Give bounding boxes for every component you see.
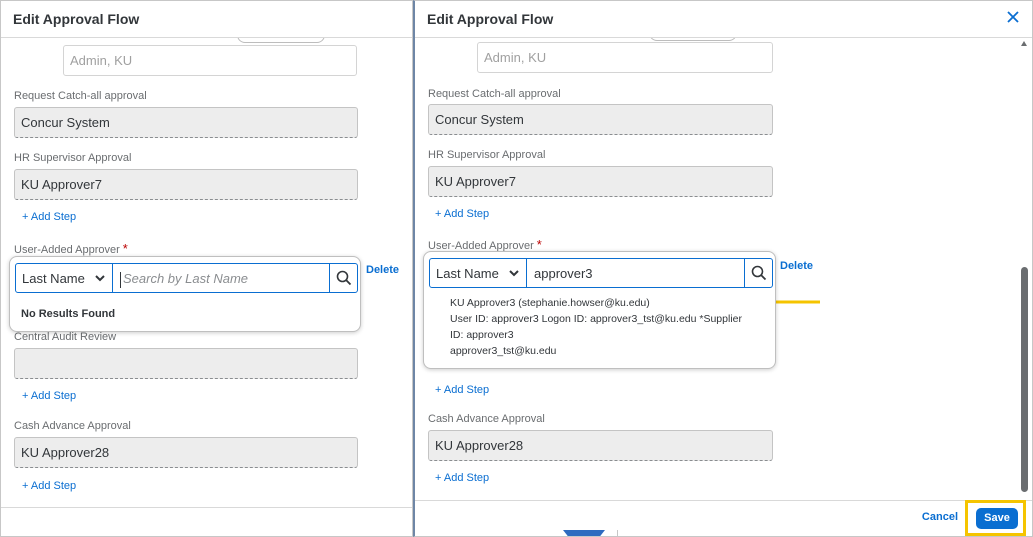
add-step-link[interactable]: + Add Step [435, 384, 489, 396]
search-placeholder: Search by Last Name [123, 271, 249, 286]
search-button[interactable] [744, 259, 772, 287]
approver-search-popover: Last Name approver3 KU Approver3 (stepha… [423, 251, 776, 369]
dialog-header: Edit Approval Flow [1, 1, 412, 38]
step-label: Cash Advance Approval [14, 420, 131, 432]
scroll-up-icon[interactable] [1021, 41, 1027, 46]
search-icon [336, 270, 352, 286]
result-email: approver3_tst@ku.edu [450, 345, 557, 357]
cash-advance-approver-field: KU Approver28 [428, 430, 773, 461]
dialog-title: Edit Approval Flow [427, 11, 554, 27]
close-icon[interactable] [1004, 9, 1022, 27]
no-results-message: No Results Found [21, 308, 116, 320]
step-label: Request Catch-all approval [14, 90, 147, 102]
search-by-select[interactable]: Last Name [430, 259, 527, 287]
result-name: KU Approver3 (stephanie.howser@ku.edu) [450, 297, 650, 309]
dialog-footer: Cancel Save [415, 500, 1032, 536]
approver-search-input[interactable]: approver3 [528, 259, 745, 287]
cancel-button[interactable]: Cancel [922, 511, 958, 523]
text-cursor [120, 271, 121, 288]
central-audit-field [14, 348, 358, 379]
search-result-item[interactable]: KU Approver3 (stephanie.howser@ku.edu) U… [450, 295, 780, 359]
search-by-select[interactable]: Last Name [16, 264, 113, 292]
right-dialog: Edit Approval Flow Admin, KU Request Cat… [413, 0, 1033, 537]
bottom-tab-marker [563, 530, 605, 536]
label-text: User-Added Approver [14, 244, 120, 256]
result-supplier-id: ID: approver3 [450, 329, 514, 341]
divider [617, 530, 618, 536]
add-step-link[interactable]: + Add Step [22, 480, 76, 492]
hr-supervisor-approver-field: KU Approver7 [14, 169, 358, 200]
scrollbar[interactable] [1020, 39, 1029, 495]
scroll-thumb[interactable] [1021, 267, 1028, 492]
catch-all-approver-field: Concur System [14, 107, 358, 138]
step-label: Cash Advance Approval [428, 413, 545, 425]
delete-step-link[interactable]: Delete [366, 264, 399, 276]
add-step-link[interactable]: + Add Step [435, 208, 489, 220]
delete-step-link[interactable]: Delete [780, 260, 813, 272]
step-label: HR Supervisor Approval [428, 149, 546, 161]
approver-admin-field: Admin, KU [477, 42, 773, 73]
dialog-footer [1, 507, 412, 536]
step-label: HR Supervisor Approval [14, 152, 132, 164]
save-button[interactable]: Save [976, 508, 1018, 529]
result-ids: User ID: approver3 Logon ID: approver3_t… [450, 313, 742, 325]
chevron-down-icon [95, 275, 105, 282]
approver-search-bar: Last Name Search by Last Name [15, 263, 358, 293]
search-button[interactable] [329, 264, 357, 292]
left-dialog: Edit Approval Flow Admin, KU Request Cat… [0, 0, 413, 537]
cash-advance-approver-field: KU Approver28 [14, 437, 358, 468]
user-added-approver-label: User-Added Approver * [428, 237, 542, 252]
required-marker: * [122, 241, 128, 256]
step-label: Request Catch-all approval [428, 88, 561, 100]
save-highlight-box: Save [965, 500, 1026, 536]
add-step-link[interactable]: + Add Step [22, 390, 76, 402]
chevron-down-icon [509, 270, 519, 277]
search-by-value: Last Name [436, 266, 499, 281]
required-marker: * [536, 237, 542, 252]
add-step-link[interactable]: + Add Step [435, 472, 489, 484]
dialog-header: Edit Approval Flow [415, 1, 1032, 38]
add-step-link[interactable]: + Add Step [22, 211, 76, 223]
hr-supervisor-approver-field: KU Approver7 [428, 166, 773, 197]
approver-search-bar: Last Name approver3 [429, 258, 773, 288]
approver-search-popover: Last Name Search by Last Name No Results… [9, 256, 361, 332]
search-by-value: Last Name [22, 271, 85, 286]
dialog-title: Edit Approval Flow [13, 11, 140, 27]
approver-admin-field: Admin, KU [63, 45, 357, 76]
search-icon [751, 265, 767, 281]
step-label: Central Audit Review [14, 331, 117, 343]
catch-all-approver-field: Concur System [428, 104, 773, 135]
user-added-approver-label: User-Added Approver * [14, 241, 128, 256]
approver-search-input[interactable]: Search by Last Name [114, 264, 330, 292]
